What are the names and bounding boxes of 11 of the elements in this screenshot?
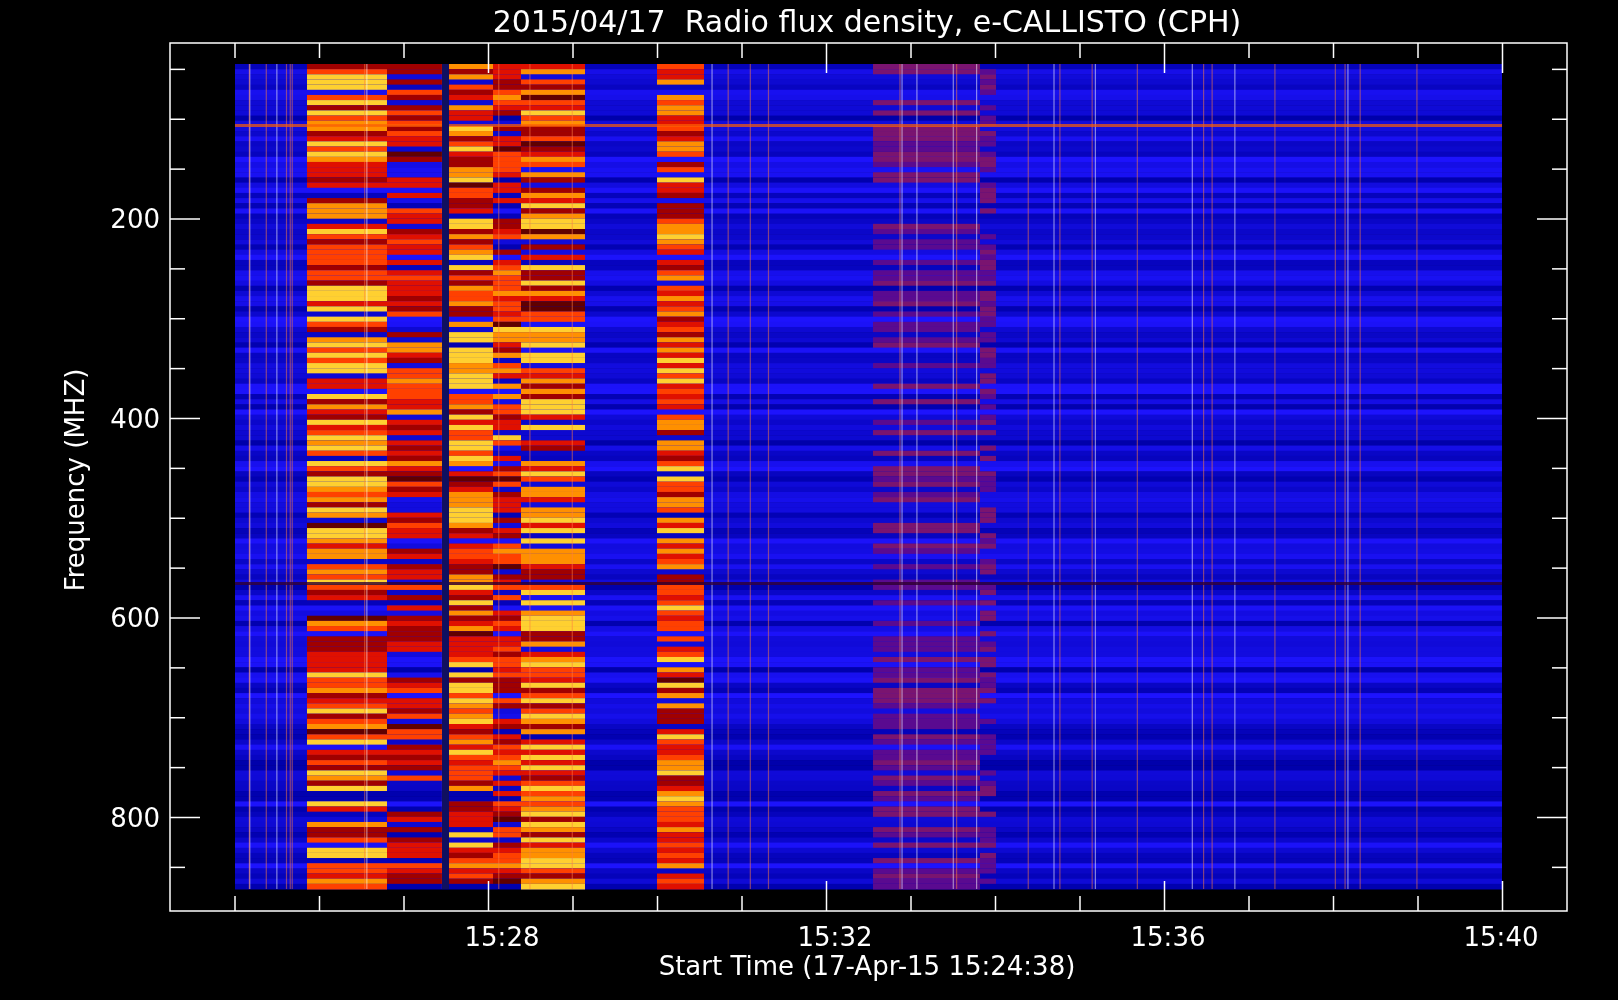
x-tick-label: 15:32	[797, 922, 873, 952]
x-tick-label: 15:28	[464, 922, 540, 952]
x-tick-label: 15:40	[1463, 922, 1539, 952]
y-axis-label: Frequency (MHZ)	[60, 368, 90, 592]
x-tick-label: 15:36	[1130, 922, 1206, 952]
x-axis-label: Start Time (17-Apr-15 15:24:38)	[658, 951, 1076, 981]
chart-title: 2015/04/17 Radio flux density, e-CALLISTO (CPH)	[492, 4, 1242, 39]
y-tick-label: 600	[110, 603, 160, 633]
y-tick-label: 800	[110, 802, 160, 833]
y-tick-label: 400	[110, 403, 160, 434]
y-tick-label: 200	[110, 204, 160, 234]
